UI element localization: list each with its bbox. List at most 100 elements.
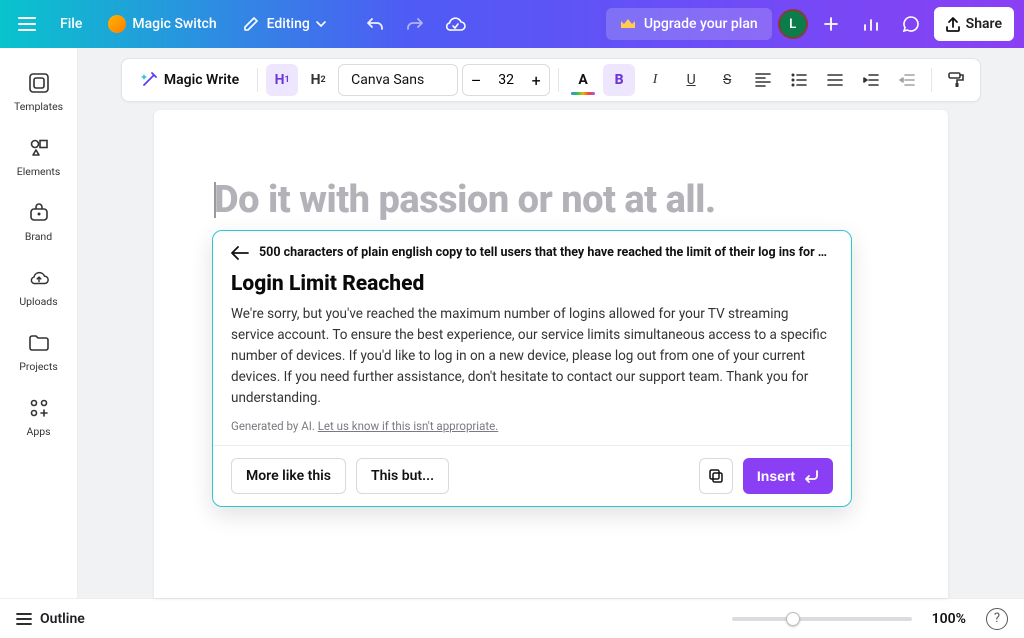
indent-icon [863, 73, 879, 87]
question-icon: ? [994, 611, 1000, 626]
insert-return-icon [803, 469, 819, 483]
upgrade-label: Upgrade your plan [644, 16, 758, 32]
undo-icon [366, 16, 384, 32]
sidebar-item-label: Elements [17, 165, 61, 178]
font-size-increase-button[interactable]: + [523, 71, 549, 90]
editing-label: Editing [267, 16, 310, 32]
ai-disclaimer-prefix: Generated by AI. [231, 419, 318, 433]
magic-write-button[interactable]: Magic Write [130, 64, 249, 96]
elements-icon [28, 137, 50, 159]
templates-icon [28, 72, 50, 94]
italic-button[interactable]: I [639, 64, 671, 96]
outline-label: Outline [40, 611, 85, 627]
format-painter-button[interactable] [940, 64, 972, 96]
magic-write-popover: 500 characters of plain english copy to … [212, 230, 852, 507]
outdent-icon [899, 73, 915, 87]
sidebar-item-projects[interactable]: Projects [0, 322, 77, 387]
magic-wand-icon [140, 71, 158, 89]
insert-label: Insert [757, 468, 795, 484]
insert-button[interactable]: Insert [743, 458, 833, 494]
comments-button[interactable] [894, 8, 928, 40]
font-size-stepper: – 32 + [462, 64, 550, 96]
font-size-decrease-button[interactable]: – [463, 71, 489, 90]
hamburger-menu-button[interactable] [10, 8, 44, 40]
chart-icon [862, 16, 880, 32]
folder-icon [28, 332, 50, 354]
add-member-button[interactable] [814, 8, 848, 40]
outline-icon [16, 613, 32, 625]
help-button[interactable]: ? [986, 608, 1008, 630]
ai-result-title: Login Limit Reached [231, 272, 833, 296]
plus-icon [824, 17, 838, 31]
pencil-icon [243, 16, 259, 32]
brand-icon [28, 202, 50, 224]
indent-button[interactable] [855, 64, 887, 96]
bold-button[interactable]: B [603, 64, 635, 96]
font-size-value[interactable]: 32 [489, 72, 523, 88]
list-bullet-icon [791, 73, 807, 87]
this-but-button[interactable]: This but... [356, 458, 449, 494]
upgrade-plan-button[interactable]: Upgrade your plan [606, 8, 772, 40]
undo-button[interactable] [358, 8, 392, 40]
sidebar-item-label: Templates [14, 100, 63, 113]
sidebar-item-brand[interactable]: Brand [0, 192, 77, 257]
cloud-upload-icon [28, 267, 50, 289]
outdent-button[interactable] [891, 64, 923, 96]
cloud-check-icon [444, 16, 466, 32]
color-swatch-icon [571, 92, 595, 95]
analytics-button[interactable] [854, 8, 888, 40]
line-spacing-icon [827, 73, 843, 87]
arrow-left-icon [231, 246, 249, 260]
h2-sub: 2 [320, 75, 325, 85]
document-heading[interactable]: Do it with passion or not at all. [214, 180, 888, 222]
sidebar-item-label: Apps [26, 425, 50, 438]
align-button[interactable] [747, 64, 779, 96]
align-left-icon [755, 73, 771, 87]
font-family-select[interactable]: Canva Sans [338, 64, 458, 96]
sidebar-item-elements[interactable]: Elements [0, 127, 77, 192]
sidebar-item-label: Uploads [19, 295, 57, 308]
user-avatar[interactable]: L [778, 9, 808, 39]
heading-2-button[interactable]: H2 [302, 64, 334, 96]
apps-icon [28, 397, 50, 419]
left-sidebar: Templates Elements Brand Uploads Project… [0, 48, 78, 598]
text-toolbar: Magic Write H1 H2 Canva Sans – 32 + A [121, 58, 981, 102]
strikethrough-button[interactable]: S [711, 64, 743, 96]
cloud-sync-button[interactable] [438, 8, 472, 40]
spacing-button[interactable] [819, 64, 851, 96]
hamburger-icon [18, 17, 36, 31]
sidebar-item-apps[interactable]: Apps [0, 387, 77, 452]
footer-bar: Outline 100% ? [0, 598, 1024, 638]
chevron-down-icon [316, 21, 326, 27]
underline-button[interactable]: U [675, 64, 707, 96]
chat-bubble-icon [902, 15, 920, 33]
outline-toggle-button[interactable]: Outline [16, 611, 85, 627]
editing-mode-button[interactable]: Editing [233, 8, 336, 40]
sidebar-item-label: Brand [25, 230, 52, 243]
sidebar-item-templates[interactable]: Templates [0, 62, 77, 127]
ai-disclaimer: Generated by AI. Let us know if this isn… [231, 419, 833, 433]
copy-result-button[interactable] [699, 458, 733, 494]
zoom-level-label[interactable]: 100% [932, 611, 966, 627]
sidebar-item-uploads[interactable]: Uploads [0, 257, 77, 322]
redo-icon [406, 16, 424, 32]
file-menu-button[interactable]: File [50, 8, 92, 40]
ai-report-link[interactable]: Let us know if this isn't appropriate. [318, 419, 499, 433]
redo-button[interactable] [398, 8, 432, 40]
bullet-list-button[interactable] [783, 64, 815, 96]
document-canvas[interactable]: Do it with passion or not at all. 500 ch… [154, 110, 948, 598]
more-like-this-button[interactable]: More like this [231, 458, 346, 494]
magic-switch-button[interactable]: Magic Switch [98, 8, 226, 40]
h2-label: H [311, 72, 321, 88]
text-cursor-icon [214, 182, 216, 218]
share-button[interactable]: Share [934, 7, 1014, 41]
text-color-button[interactable]: A [567, 64, 599, 96]
heading-1-button[interactable]: H1 [266, 64, 298, 96]
upload-icon [946, 16, 960, 32]
zoom-slider[interactable] [732, 617, 912, 621]
zoom-slider-thumb[interactable] [786, 612, 800, 626]
magic-write-label: Magic Write [164, 72, 239, 88]
ai-back-button[interactable] [231, 246, 249, 260]
share-label: Share [966, 16, 1002, 32]
text-color-a-icon: A [578, 72, 587, 88]
